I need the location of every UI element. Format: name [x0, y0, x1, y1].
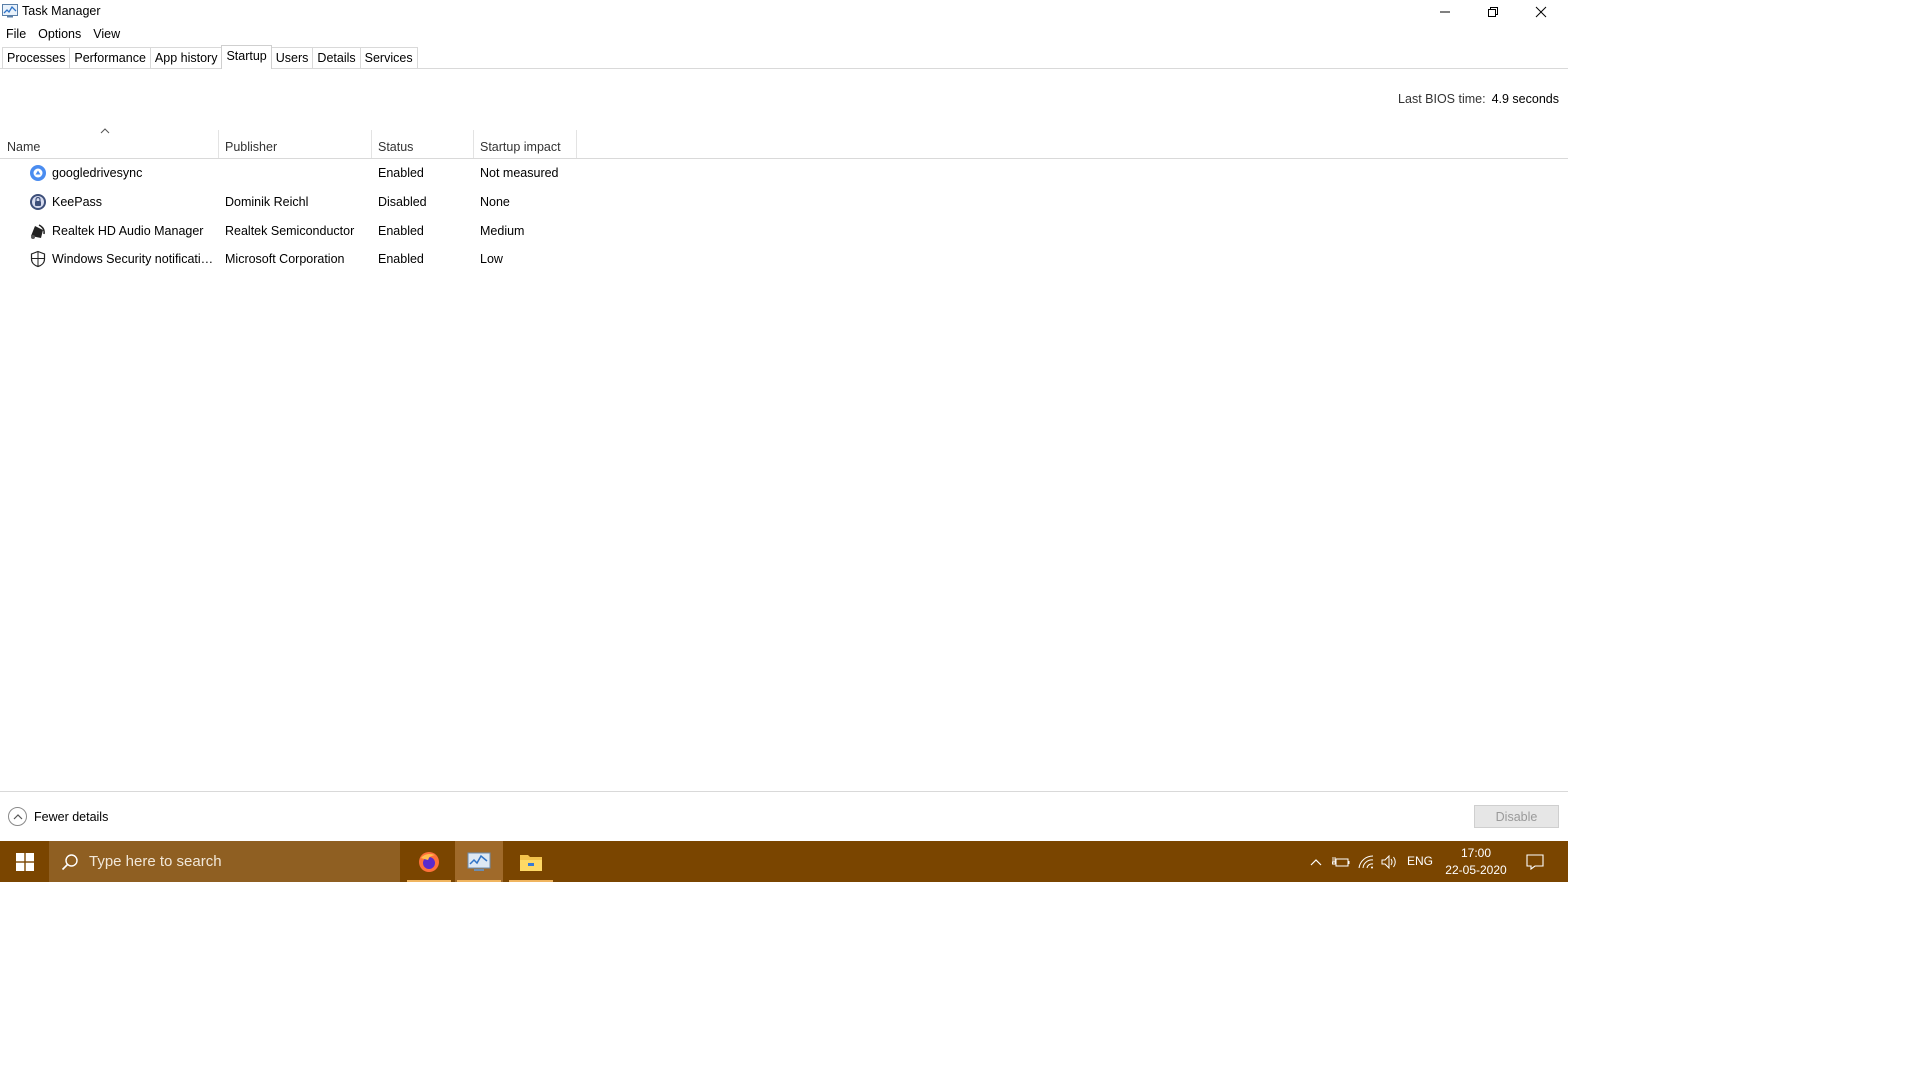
- wifi-icon: [1358, 854, 1374, 868]
- table-row[interactable]: Windows Security notificatio... Microsof…: [0, 245, 1568, 273]
- menu-view[interactable]: View: [93, 25, 120, 43]
- show-hidden-icons-button[interactable]: [1306, 841, 1326, 882]
- input-language[interactable]: ENG: [1407, 854, 1433, 868]
- volume-tray[interactable]: [1379, 841, 1401, 882]
- menu-options[interactable]: Options: [38, 25, 81, 43]
- disable-button[interactable]: Disable: [1474, 805, 1559, 828]
- chevron-up-icon: [8, 807, 27, 826]
- row-status: Enabled: [378, 224, 424, 238]
- row-status: Enabled: [378, 252, 424, 266]
- row-status: Enabled: [378, 166, 424, 180]
- tab-performance[interactable]: Performance: [69, 47, 151, 69]
- row-impact: Low: [480, 252, 503, 266]
- row-impact: Medium: [480, 224, 525, 238]
- minimize-button[interactable]: [1422, 0, 1468, 24]
- file-explorer-icon: [520, 854, 542, 871]
- table-row[interactable]: googledrivesync Enabled Not measured: [0, 159, 1568, 187]
- google-drive-icon: [30, 165, 46, 181]
- tab-strip: Processes Performance App history Startu…: [2, 45, 418, 69]
- table-row[interactable]: Realtek HD Audio Manager Realtek Semicon…: [0, 217, 1568, 245]
- column-header-name[interactable]: Name: [1, 130, 219, 158]
- task-manager-app-icon: [2, 4, 18, 18]
- menu-bar: File Options View: [0, 24, 132, 44]
- menu-file[interactable]: File: [6, 25, 26, 43]
- speaker-icon: [1381, 854, 1396, 869]
- tab-app-history[interactable]: App history: [149, 47, 223, 69]
- footer-divider: [0, 791, 1568, 792]
- network-tray[interactable]: [1355, 841, 1377, 882]
- taskbar-search-box[interactable]: Type here to search: [49, 841, 400, 882]
- realtek-audio-icon: [31, 224, 45, 239]
- row-name: KeePass: [52, 195, 103, 209]
- column-header-status[interactable]: Status: [372, 130, 474, 158]
- row-name: Windows Security notificatio...: [52, 252, 217, 266]
- taskbar: Type here to search ENG 17:00 22-05-2020: [0, 841, 1568, 882]
- row-publisher: Realtek Semiconductor: [225, 224, 355, 238]
- fewer-details-button[interactable]: Fewer details: [8, 807, 108, 826]
- close-button[interactable]: [1518, 0, 1564, 24]
- fewer-details-label: Fewer details: [34, 809, 109, 824]
- notification-icon: [1526, 853, 1544, 870]
- window-title: Task Manager: [22, 4, 101, 18]
- restore-icon: [1488, 7, 1498, 17]
- battery-tray[interactable]: [1330, 841, 1352, 882]
- taskbar-task-manager[interactable]: [455, 841, 503, 882]
- bios-label: Last BIOS time:: [1398, 92, 1486, 106]
- table-row[interactable]: KeePass Dominik Reichl Disabled None: [0, 188, 1568, 216]
- tab-processes[interactable]: Processes: [2, 47, 71, 69]
- keepass-icon: [30, 194, 46, 210]
- column-header-startup-impact[interactable]: Startup impact: [474, 130, 577, 158]
- table-header: Name Publisher Status Startup impact: [0, 130, 1568, 159]
- tab-startup[interactable]: Startup: [221, 45, 272, 69]
- search-icon: [61, 853, 78, 870]
- tab-users[interactable]: Users: [270, 47, 314, 69]
- row-impact: Not measured: [480, 166, 559, 180]
- clock-time: 17:00: [1460, 846, 1492, 860]
- windows-logo-icon: [15, 852, 34, 871]
- row-publisher: Dominik Reichl: [225, 195, 309, 209]
- clock-date: 22-05-2020: [1445, 863, 1507, 877]
- title-bar: Task Manager: [0, 0, 1568, 24]
- task-manager-icon: [467, 852, 491, 871]
- start-button[interactable]: [0, 841, 49, 882]
- minimize-icon: [1440, 11, 1450, 13]
- tab-details[interactable]: Details: [312, 47, 361, 69]
- bios-value: 4.9 seconds: [1491, 92, 1559, 106]
- row-impact: None: [480, 195, 510, 209]
- close-icon: [1535, 6, 1547, 18]
- windows-security-icon: [30, 250, 46, 268]
- chevron-up-icon: [1310, 858, 1322, 865]
- action-center-button[interactable]: [1522, 841, 1548, 882]
- row-name: Realtek HD Audio Manager: [52, 224, 204, 238]
- restore-button[interactable]: [1470, 0, 1516, 24]
- firefox-icon: [419, 851, 439, 872]
- taskbar-file-explorer[interactable]: [507, 841, 555, 882]
- search-placeholder: Type here to search: [89, 853, 222, 870]
- row-publisher: Microsoft Corporation: [225, 252, 345, 266]
- battery-plug-icon: [1332, 856, 1350, 866]
- last-bios-time: Last BIOS time: 4.9 seconds: [1398, 92, 1559, 106]
- row-name: googledrivesync: [52, 166, 143, 180]
- column-header-publisher[interactable]: Publisher: [219, 130, 372, 158]
- row-status: Disabled: [378, 195, 427, 209]
- taskbar-firefox[interactable]: [405, 841, 453, 882]
- clock[interactable]: 17:00 22-05-2020: [1440, 845, 1512, 879]
- tab-services[interactable]: Services: [359, 47, 418, 69]
